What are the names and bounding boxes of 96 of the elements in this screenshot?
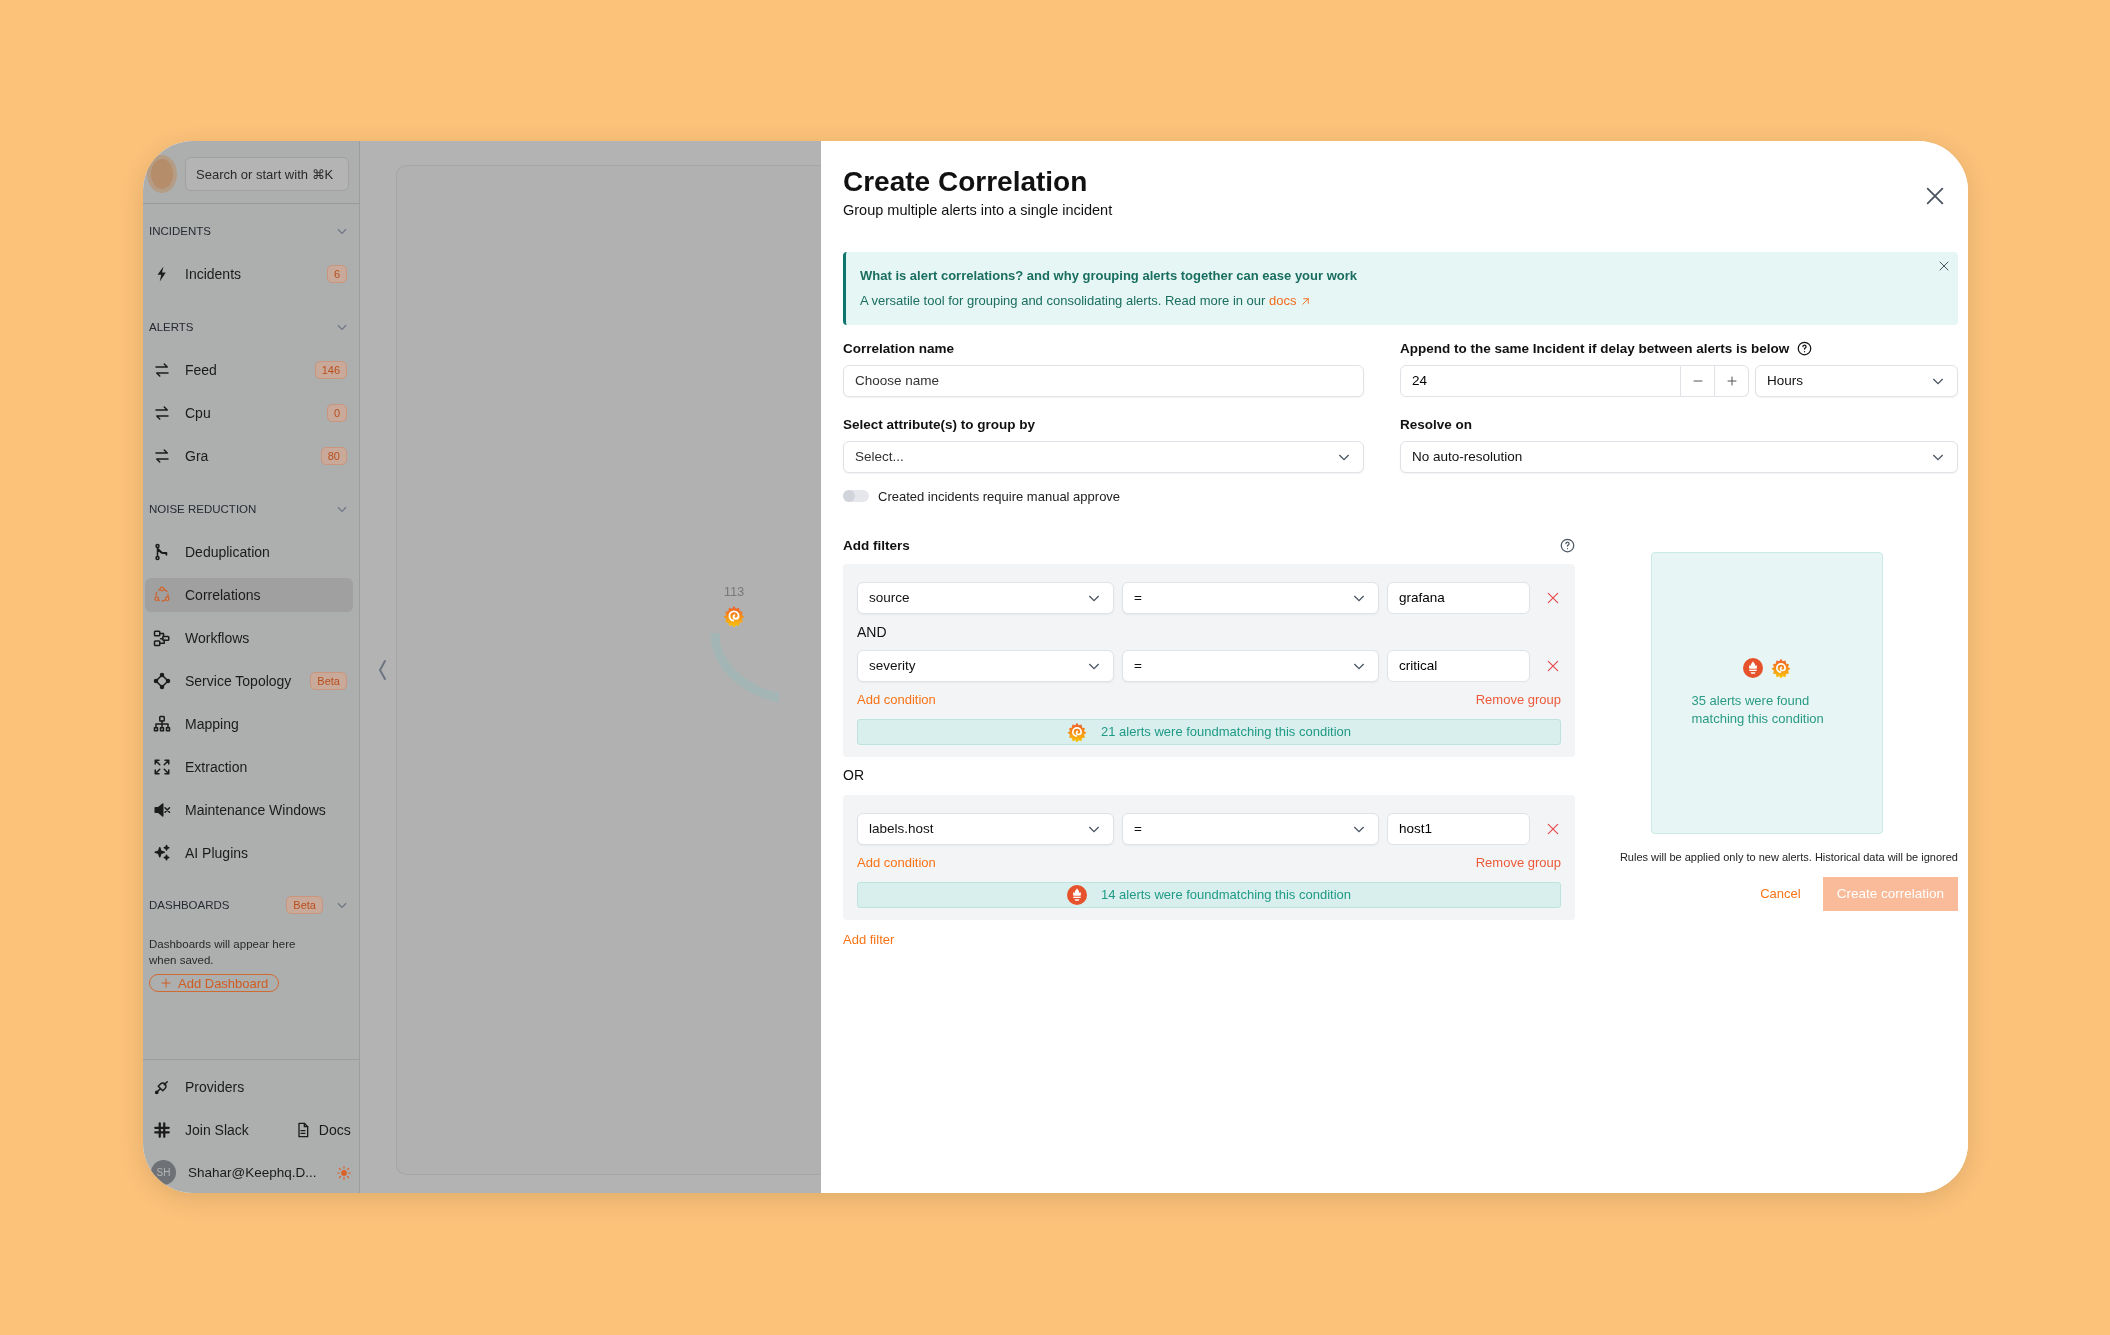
delay-input[interactable]: 24 — [1400, 364, 1681, 397]
swap-arrows-icon — [153, 404, 171, 422]
count-badge: 0 — [326, 404, 347, 422]
group-joiner: OR — [843, 766, 865, 783]
close-icon — [1546, 821, 1560, 836]
condition-joiner: AND — [857, 623, 888, 640]
close-icon — [1546, 590, 1560, 605]
section-title: DASHBOARDS — [149, 899, 231, 911]
close-icon — [1938, 259, 1950, 272]
external-arrow-icon — [1300, 295, 1312, 307]
flame-circle-icon — [1742, 658, 1763, 679]
toggle-switch[interactable] — [843, 490, 869, 503]
nav-item[interactable]: Service Topology Beta — [145, 664, 353, 698]
nav-item[interactable]: Mapping — [145, 707, 353, 741]
group-by-select[interactable]: Select... — [843, 440, 1364, 473]
field-label: Select attribute(s) to group by — [843, 416, 1035, 432]
empty-dashboards-text: Dashboards will appear here when saved. — [148, 937, 297, 968]
field-select[interactable]: severity — [857, 649, 1114, 682]
match-text: 21 alerts were foundmatching this condition — [1100, 724, 1351, 740]
name-input[interactable]: Choose name — [843, 364, 1364, 397]
nav-item[interactable]: Incidents 6 — [145, 257, 353, 291]
value-input[interactable]: grafana — [1387, 581, 1530, 614]
banner-title: What is alert correlations? and why grouping alerts together can ease your work — [860, 266, 1358, 285]
field-label: Correlation name — [843, 340, 955, 356]
dismiss-button[interactable] — [1938, 259, 1950, 272]
remove-condition-button[interactable] — [1546, 658, 1560, 673]
help-icon — [1560, 537, 1575, 553]
dialog-subtitle: Group multiple alerts into a single incident — [843, 201, 1113, 218]
beta-badge: Beta — [286, 896, 323, 914]
close-icon — [1546, 658, 1560, 673]
dialog-title: Create Correlation — [843, 167, 1089, 198]
remove-condition-button[interactable] — [1546, 821, 1560, 836]
toggle-label: Created incidents require manual approve — [878, 488, 1121, 504]
speaker-muted-icon — [153, 801, 171, 819]
count-badge: 146 — [314, 361, 347, 379]
plus-icon — [160, 977, 172, 990]
section-title: NOISE REDUCTION — [149, 503, 258, 515]
hash-logo-icon — [153, 1121, 171, 1139]
increment-button[interactable] — [1715, 364, 1749, 397]
nav-item[interactable]: Join Slack — [145, 1113, 255, 1147]
rules-note: Rules will be applied only to new alerts. Historical data will be ignored — [1619, 850, 1958, 863]
user-name[interactable]: Shahar@Keephq.D... — [188, 1165, 325, 1180]
swap-arrows-icon — [153, 361, 171, 379]
section-title: INCIDENTS — [149, 225, 212, 237]
operator-select[interactable]: = — [1122, 649, 1379, 682]
resolve-select[interactable]: No auto-resolution — [1400, 440, 1958, 473]
spiral-gear-icon — [723, 605, 745, 627]
field-label: Resolve on — [1400, 416, 1473, 432]
count-badge: 80 — [320, 447, 347, 465]
nav-item[interactable]: Maintenance Windows — [145, 793, 353, 827]
nav-item[interactable]: Gra 80 — [145, 439, 353, 473]
field-label: Append to the same Incident if delay between alerts is below — [1400, 340, 1790, 356]
section-title: ALERTS — [149, 321, 195, 333]
nav-item[interactable]: Providers — [145, 1070, 353, 1104]
beta-badge: Beta — [310, 672, 347, 690]
hierarchy-icon — [153, 715, 171, 733]
close-button[interactable] — [1924, 185, 1946, 207]
diamond-nodes-icon — [153, 672, 171, 690]
banner-text: A versatile tool for grouping and consolidating alerts. Read more in our docs — [860, 293, 1312, 309]
nav-item[interactable]: Workflows — [145, 621, 353, 655]
close-icon — [1924, 185, 1946, 207]
nav-item[interactable]: Cpu 0 — [145, 396, 353, 430]
sun-icon — [337, 1165, 351, 1180]
spiral-gear-icon — [1066, 721, 1087, 742]
section-label: Add filters — [843, 537, 910, 553]
nav-item[interactable]: Extraction — [145, 750, 353, 784]
nav-item[interactable]: Feed 146 — [145, 353, 353, 387]
logo-icon — [147, 155, 177, 193]
search-field[interactable]: Search or start with ⌘K — [185, 157, 349, 191]
workflow-nodes-icon — [153, 629, 171, 647]
field-select[interactable]: source — [857, 581, 1114, 614]
sparkles-icon — [153, 844, 171, 862]
match-text: 14 alerts were foundmatching this condition — [1100, 887, 1351, 903]
nav-item[interactable]: AI Plugins — [145, 836, 353, 870]
node-count: 113 — [723, 584, 745, 599]
operator-select[interactable]: = — [1122, 812, 1379, 845]
remove-condition-button[interactable] — [1546, 590, 1560, 605]
value-input[interactable]: critical — [1387, 649, 1530, 682]
collapse-chevron-icon — [377, 659, 387, 681]
field-select[interactable]: labels.host — [857, 812, 1114, 845]
help-icon — [1797, 340, 1813, 356]
nav-item[interactable]: Correlations — [145, 578, 353, 612]
value-input[interactable]: host1 — [1387, 812, 1530, 845]
nav-item[interactable]: Deduplication — [145, 535, 353, 569]
spiral-gear-icon — [1770, 658, 1791, 679]
operator-select[interactable]: = — [1122, 581, 1379, 614]
plug-icon — [153, 1078, 171, 1096]
expand-arrows-icon — [153, 758, 171, 776]
nav-item[interactable]: Docs — [286, 1113, 357, 1147]
swap-arrows-icon — [153, 447, 171, 465]
plus-icon — [1725, 374, 1738, 387]
unit-select[interactable]: Hours — [1755, 364, 1958, 397]
flame-circle-icon — [1066, 884, 1087, 905]
dotted-circle-nodes-icon — [153, 586, 171, 604]
count-badge: 6 — [326, 265, 347, 283]
preview-text: 35 alerts were found matching this condition — [1691, 692, 1825, 728]
